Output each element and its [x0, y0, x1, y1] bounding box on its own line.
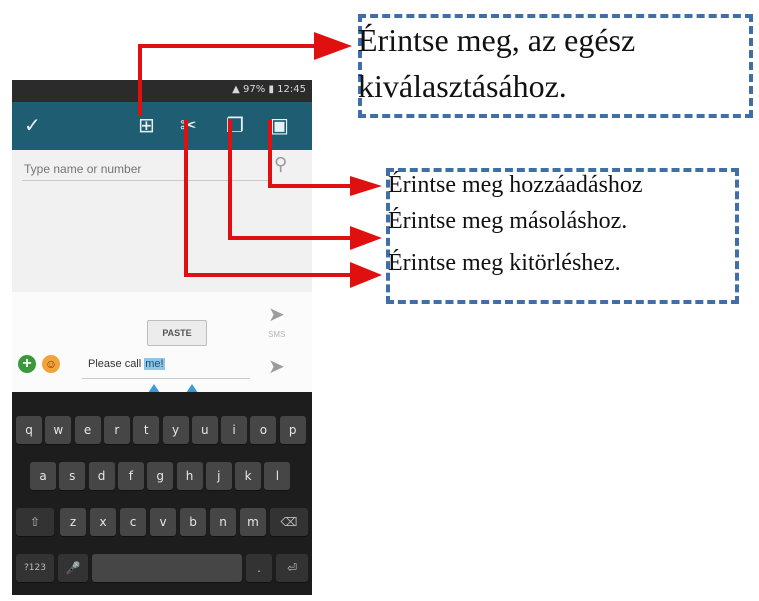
- arrow-copy: [228, 120, 352, 240]
- arrowhead-add: [350, 176, 382, 196]
- arrows-overlay: [138, 32, 382, 288]
- arrowhead-select-all: [314, 32, 352, 60]
- arrow-add: [268, 120, 352, 188]
- arrowhead-delete: [350, 262, 382, 288]
- arrow-select-all: [138, 44, 318, 116]
- arrowhead-copy: [350, 226, 382, 250]
